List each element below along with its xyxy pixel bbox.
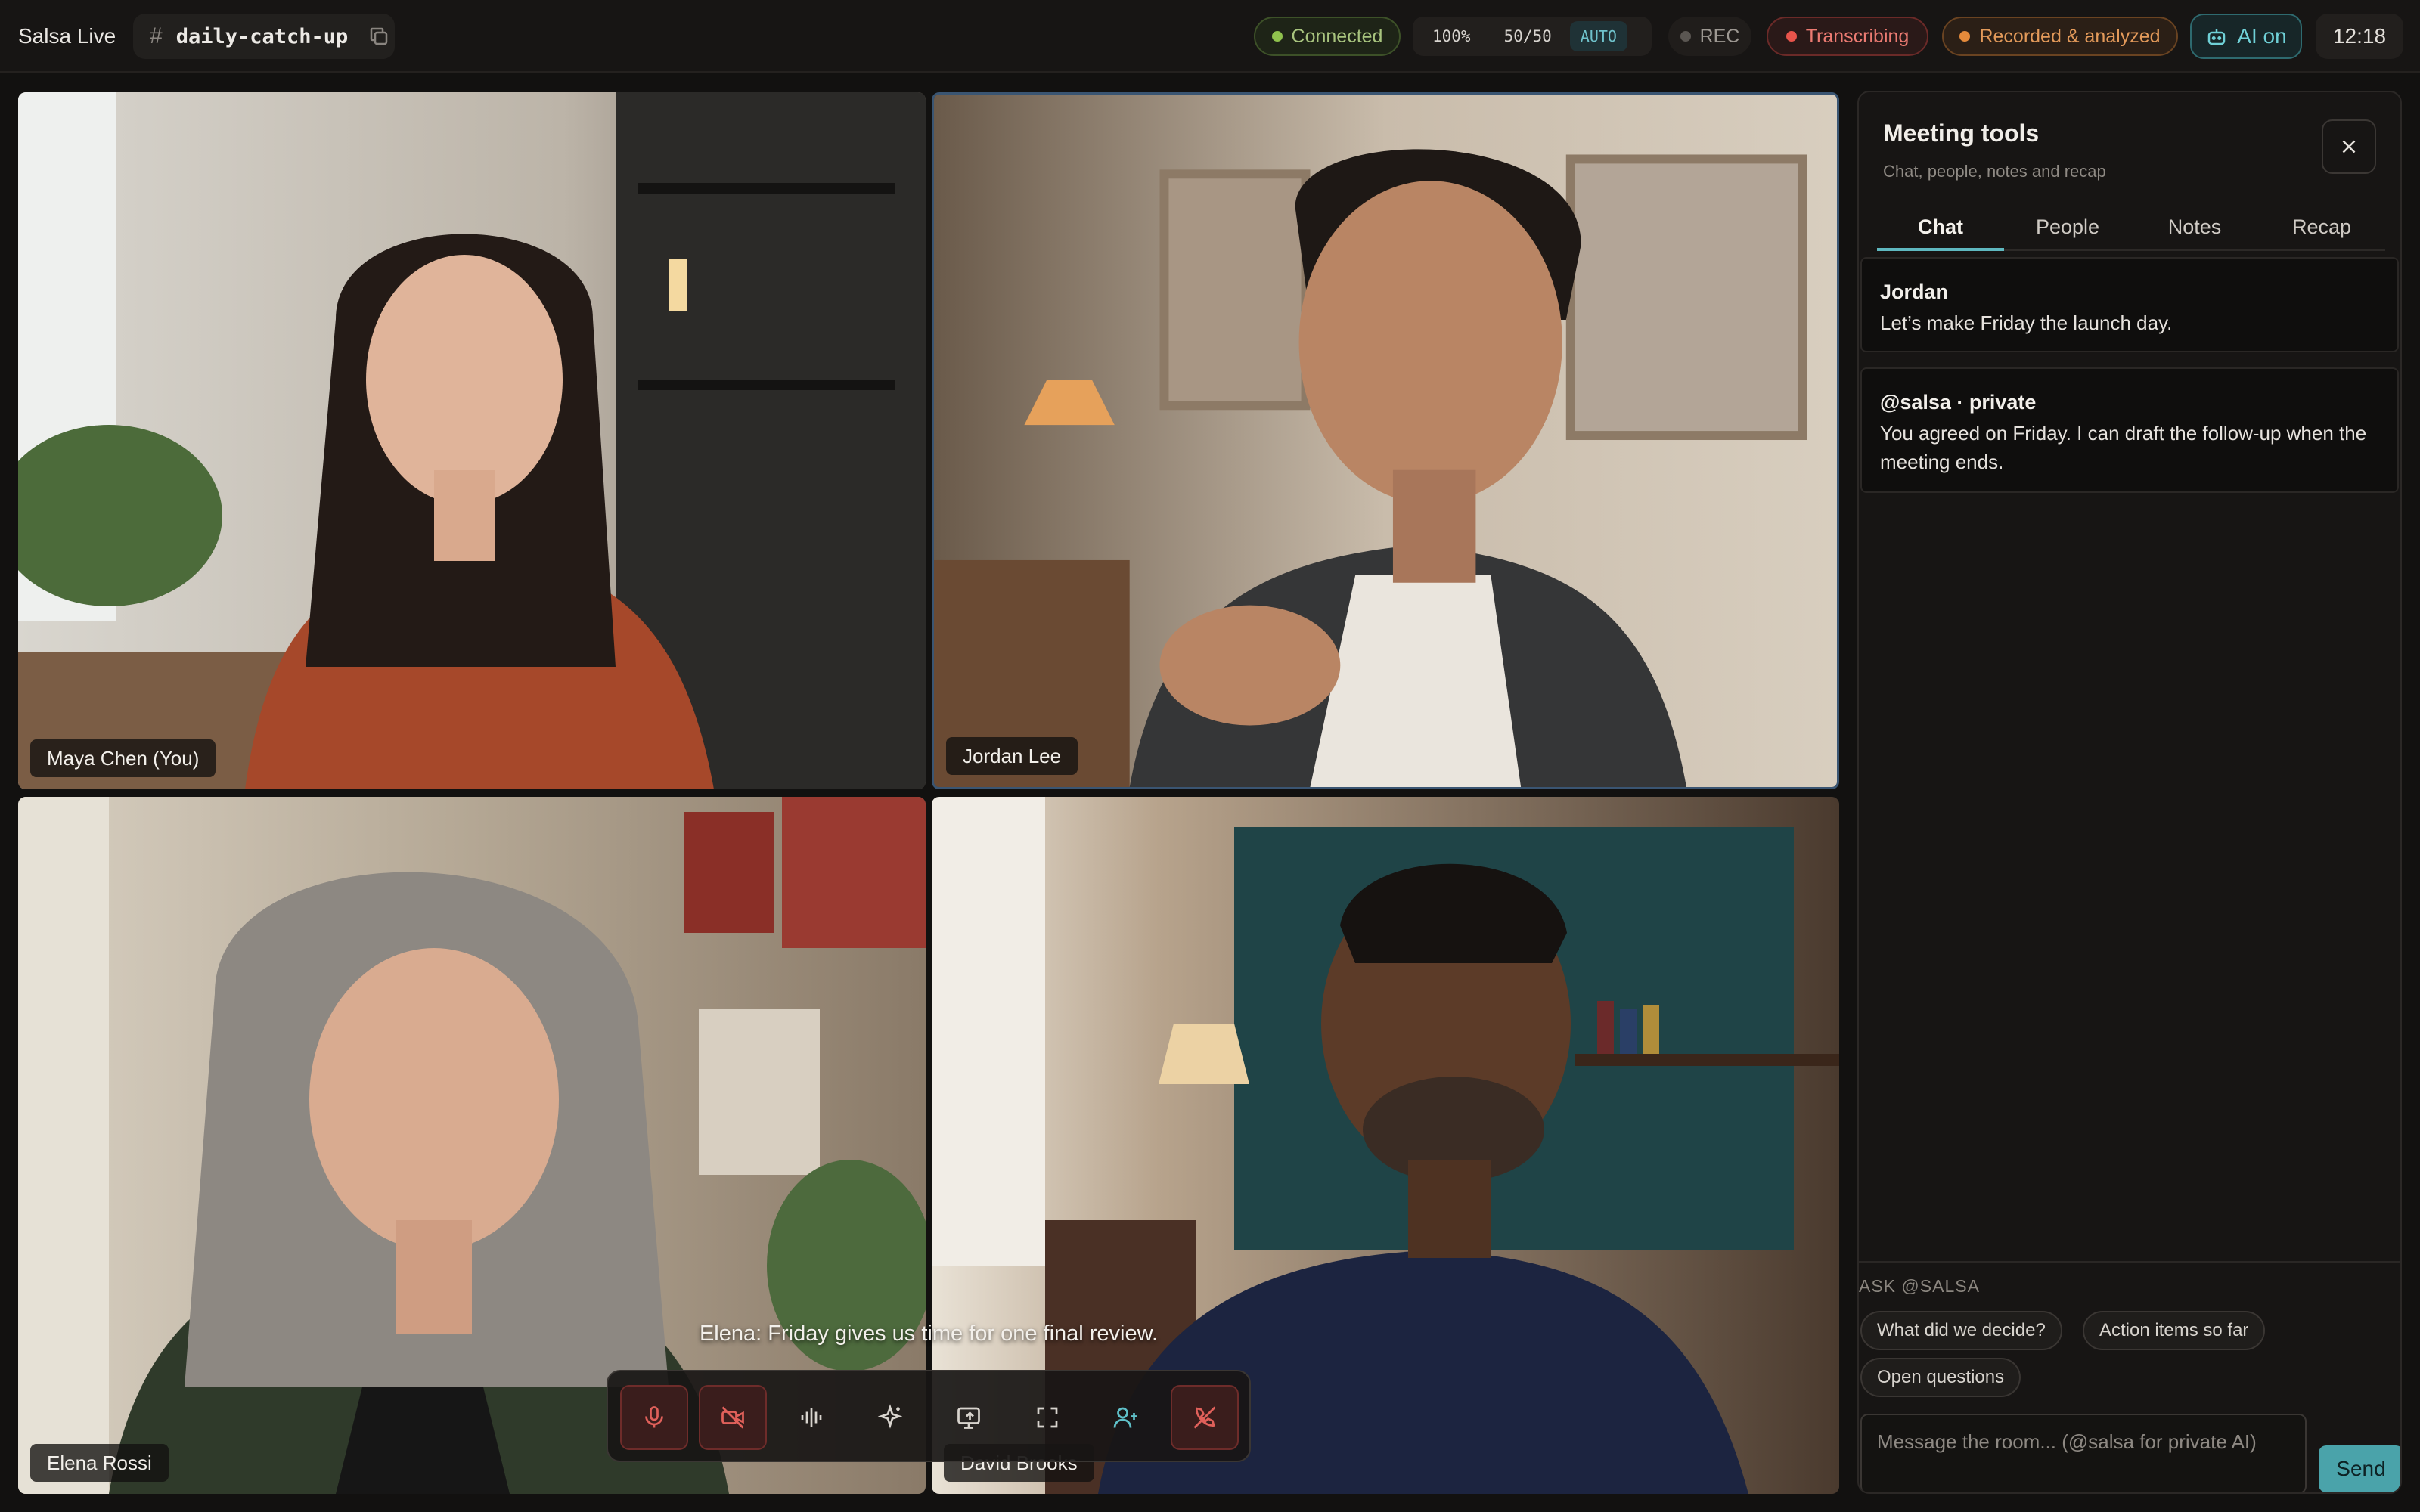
suggestion-chip[interactable]: What did we decide? [1860,1311,2062,1350]
fullscreen-icon [1037,1407,1058,1428]
message-text: Let’s make Friday the launch day. [1880,311,2173,334]
chat-message: @salsa · private You agreed on Friday. I… [1860,367,2399,493]
message-author: Jordan [1880,280,1949,303]
status-dot-icon [1271,31,1283,42]
meeting-clock: 12:18 [2316,14,2403,59]
live-caption: Elena: Friday gives us time for one fina… [699,1321,1159,1346]
participant-name-tag: Maya Chen (You) [30,739,216,777]
message-input[interactable] [1860,1414,2307,1492]
participant-name-tag: Jordan Lee [946,737,1078,775]
recorded-dot-icon [1959,31,1971,42]
message-author: @salsa · private [1880,391,2037,414]
rec-dot-icon [1680,31,1691,42]
mute-button[interactable] [620,1385,688,1450]
tab-people[interactable]: People [2004,206,2131,251]
ai-assist-button[interactable] [856,1385,924,1450]
video-tile-jordan[interactable]: Jordan Lee [932,92,1839,789]
copy-icon[interactable] [368,25,390,48]
top-bar: Salsa Live # daily-catch-up Connected 10… [0,0,2420,73]
ask-salsa-label: ASK @SALSA [1859,1276,1980,1296]
zoom-level: 100% [1432,27,1471,45]
video-tile-maya[interactable]: Maya Chen (You) [18,92,926,789]
ai-toggle-button[interactable]: AI on [2190,14,2302,59]
divider [1859,1261,2400,1263]
chat-message: Jordan Let’s make Friday the launch day. [1860,257,2399,352]
room-pill[interactable]: # daily-catch-up [133,14,395,59]
audio-levels-button[interactable] [777,1385,845,1450]
screen-share-icon [957,1407,980,1429]
recorded-label: Recorded & analyzed [1979,25,2161,47]
recorded-badge: Recorded & analyzed [1942,17,2178,56]
waveform-icon [801,1408,822,1427]
camera-button[interactable] [699,1385,767,1450]
ai-toggle-label: AI on [2237,24,2287,48]
transcribing-label: Transcribing [1805,25,1910,47]
share-screen-button[interactable] [935,1385,1003,1450]
tab-notes[interactable]: Notes [2131,206,2258,251]
app-name: Salsa Live [18,24,116,48]
room-name: daily-catch-up [175,24,349,48]
stream-stats[interactable]: 100% 50/50 AUTO [1413,17,1652,56]
close-panel-button[interactable] [2322,119,2376,174]
participant-video [18,92,926,789]
rec-button[interactable]: REC [1668,17,1751,56]
connection-status-badge: Connected [1254,17,1401,56]
tab-recap[interactable]: Recap [2258,206,2385,251]
add-person-icon [1113,1407,1137,1428]
call-controls [607,1370,1251,1462]
participant-video [934,94,1837,787]
layout-split: 50/50 [1503,27,1552,45]
sparkle-icon [877,1404,903,1429]
meeting-tools-panel: Meeting tools Chat, people, notes and re… [1857,91,2402,1494]
leave-call-button[interactable] [1171,1385,1239,1450]
panel-subtitle: Chat, people, notes and recap [1883,162,2106,181]
hang-up-icon [1193,1406,1216,1429]
invite-button[interactable] [1092,1385,1160,1450]
robot-icon [2208,29,2226,45]
connection-status-label: Connected [1291,25,1383,47]
mode-badge[interactable]: AUTO [1569,21,1627,51]
send-button[interactable]: Send [2319,1445,2400,1492]
rec-label: REC [1699,25,1740,47]
panel-title: Meeting tools [1883,119,2040,147]
suggestion-chip[interactable]: Open questions [1860,1358,2021,1397]
transcribing-dot-icon [1786,31,1797,42]
close-icon [2342,140,2356,153]
hash-icon: # [150,23,163,48]
mic-icon [645,1406,663,1428]
fullscreen-button[interactable] [1013,1385,1081,1450]
message-text: You agreed on Friday. I can draft the fo… [1880,422,2367,473]
panel-tabs: Chat People Notes Recap [1877,206,2385,251]
participant-name-tag: Elena Rossi [30,1444,169,1482]
transcribing-badge: Transcribing [1767,17,1928,56]
tab-chat[interactable]: Chat [1877,206,2004,251]
camera-off-icon [721,1406,744,1429]
suggestion-chip[interactable]: Action items so far [2083,1311,2266,1350]
